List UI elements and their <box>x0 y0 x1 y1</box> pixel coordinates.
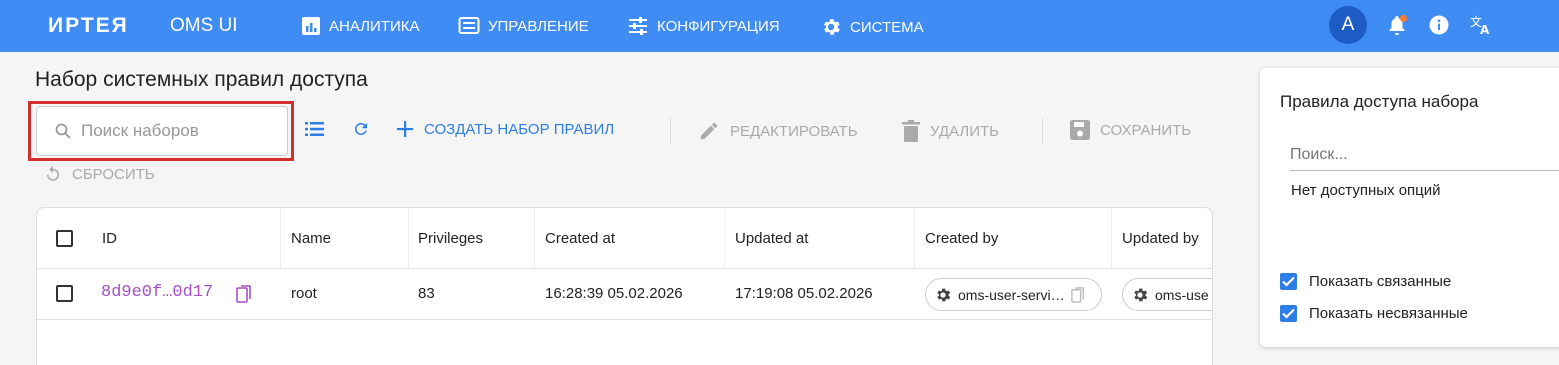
nav-configuration[interactable]: КОНФИГУРАЦИЯ <box>627 16 780 36</box>
column-header-id[interactable]: ID <box>102 230 117 247</box>
check-icon <box>1282 276 1295 287</box>
show-unlinked-checkbox[interactable] <box>1280 305 1297 322</box>
notification-dot <box>1400 15 1407 22</box>
gear-icon <box>824 19 840 35</box>
check-icon <box>1282 308 1295 319</box>
row-divider <box>37 319 1212 320</box>
show-linked-label: Показать связанные <box>1309 273 1452 290</box>
reset-label: СБРОСИТЬ <box>72 165 155 183</box>
language-button[interactable]: 文A <box>1467 11 1495 39</box>
info-icon <box>1429 15 1449 35</box>
floppy-icon <box>1070 120 1090 140</box>
search-field[interactable] <box>36 106 288 156</box>
manage-icon <box>458 17 480 34</box>
show-linked-toggle[interactable]: Показать связанные <box>1280 273 1451 290</box>
toolbar-divider <box>670 118 671 144</box>
save-button[interactable]: СОХРАНИТЬ <box>1070 120 1191 140</box>
created-by-text: oms-user-servi… <box>958 286 1065 303</box>
create-ruleset-label: СОЗДАТЬ НАБОР ПРАВИЛ <box>424 120 615 138</box>
show-unlinked-label: Показать несвязанные <box>1309 305 1468 322</box>
nav-management-label: УПРАВЛЕНИЕ <box>488 17 589 35</box>
column-header-name[interactable]: Name <box>291 230 331 247</box>
column-divider <box>280 208 281 268</box>
svg-text:A: A <box>1480 23 1490 36</box>
row-id-text: 8d9e0f…0d17 <box>101 283 214 302</box>
nav-system-label: СИСТЕМА <box>850 18 924 36</box>
search-icon <box>55 123 71 139</box>
row-privileges: 83 <box>418 285 435 302</box>
refresh-icon <box>354 122 367 135</box>
gear-icon <box>1134 288 1148 301</box>
app-name[interactable]: OMS UI <box>170 15 238 37</box>
column-divider <box>724 208 725 268</box>
info-button[interactable] <box>1425 11 1453 39</box>
plus-icon <box>397 121 413 137</box>
top-app-bar: ИРТЕЯ OMS UI АНАЛИТИКА УПРАВЛЕНИЕ КОНФИГ… <box>0 0 1559 52</box>
row-created-at: 16:28:39 05.02.2026 <box>545 285 683 302</box>
translate-icon: 文A <box>1470 14 1490 36</box>
avatar[interactable]: A <box>1329 6 1367 44</box>
row-name: root <box>291 285 317 302</box>
column-divider <box>914 208 915 268</box>
page-title: Набор системных правил доступа <box>35 68 368 91</box>
reset-icon <box>47 165 59 181</box>
column-header-updated-at[interactable]: Updated at <box>735 230 808 247</box>
column-divider <box>408 208 409 268</box>
header-divider <box>37 268 1212 269</box>
nav-system[interactable]: СИСТЕМА <box>820 16 924 38</box>
create-ruleset-button[interactable]: СОЗДАТЬ НАБОР ПРАВИЛ <box>396 120 614 138</box>
edit-label: РЕДАКТИРОВАТЬ <box>730 122 858 140</box>
nav-management[interactable]: УПРАВЛЕНИЕ <box>458 16 589 36</box>
copy-icon[interactable] <box>236 285 252 303</box>
toolbar-divider <box>1042 118 1043 144</box>
notifications-button[interactable] <box>1383 11 1411 39</box>
show-linked-checkbox[interactable] <box>1280 273 1297 290</box>
updated-by-chip[interactable]: oms-use <box>1122 278 1212 311</box>
brand-logo[interactable]: ИРТЕЯ <box>48 14 129 38</box>
search-input[interactable] <box>81 121 271 141</box>
sliders-icon <box>629 17 647 35</box>
created-by-chip[interactable]: oms-user-servi… <box>925 278 1102 311</box>
gear-icon <box>937 288 951 301</box>
panel-title: Правила доступа набора <box>1280 92 1479 111</box>
column-header-created-at[interactable]: Created at <box>545 230 615 247</box>
ruleset-rules-panel: Правила доступа набора Нет доступных опц… <box>1260 68 1559 347</box>
delete-label: УДАЛИТЬ <box>930 122 999 140</box>
column-divider <box>1111 208 1112 268</box>
edit-button[interactable]: РЕДАКТИРОВАТЬ <box>698 120 858 142</box>
panel-search-underline <box>1290 170 1559 171</box>
reset-button[interactable]: СБРОСИТЬ <box>44 165 155 183</box>
list-icon <box>305 122 324 136</box>
list-view-button[interactable] <box>305 121 335 137</box>
refresh-button[interactable] <box>352 120 380 138</box>
column-divider <box>534 208 535 268</box>
trash-icon <box>902 120 920 142</box>
panel-empty-text: Нет доступных опций <box>1291 182 1441 199</box>
select-all-checkbox[interactable] <box>56 230 73 247</box>
nav-analytics[interactable]: АНАЛИТИКА <box>301 16 419 36</box>
show-unlinked-toggle[interactable]: Показать несвязанные <box>1280 305 1468 322</box>
updated-by-text: oms-use <box>1155 286 1209 303</box>
nav-analytics-label: АНАЛИТИКА <box>329 17 420 35</box>
column-header-created-by[interactable]: Created by <box>925 230 998 247</box>
row-updated-at: 17:19:08 05.02.2026 <box>735 285 873 302</box>
column-header-privileges[interactable]: Privileges <box>418 230 483 247</box>
delete-button[interactable]: УДАЛИТЬ <box>902 120 999 142</box>
panel-search-input[interactable] <box>1290 146 1559 164</box>
pencil-icon <box>700 122 718 140</box>
copy-icon[interactable] <box>1070 286 1085 303</box>
nav-configuration-label: КОНФИГУРАЦИЯ <box>657 17 780 35</box>
rulesets-table: ID Name Privileges Created at Updated at… <box>36 207 1213 365</box>
save-label: СОХРАНИТЬ <box>1100 121 1192 139</box>
chart-icon <box>302 17 320 35</box>
row-checkbox[interactable] <box>56 285 73 302</box>
row-id[interactable]: 8d9e0f…0d17 <box>101 283 213 302</box>
column-header-updated-by[interactable]: Updated by <box>1122 230 1199 247</box>
